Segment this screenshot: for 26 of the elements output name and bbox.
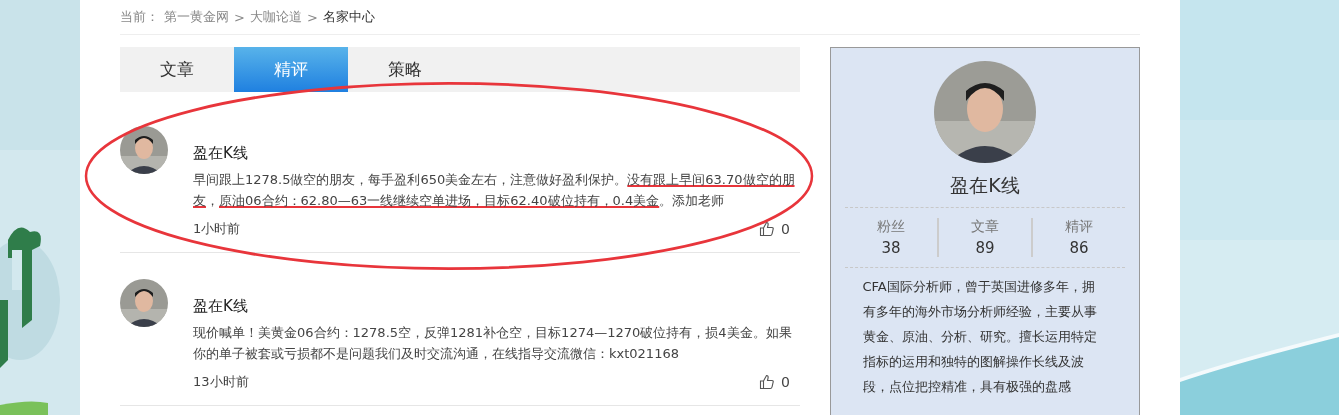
stat-value: 89: [975, 239, 995, 257]
profile-name: 盈在K线: [950, 173, 1020, 198]
like-count: 0: [781, 374, 790, 390]
author-name: 盈在K线: [193, 144, 249, 163]
breadcrumb-label: 当前：: [120, 8, 159, 26]
breadcrumb-link[interactable]: 大咖论道: [249, 8, 302, 26]
thumbs-up-icon[interactable]: [759, 374, 776, 390]
tab[interactable]: 文章: [120, 47, 234, 92]
post-text: 现价喊单！美黄金06合约：1278.5空，反弹1281补仓空，目标1274—1270破位持有，损4美金。如果你的单子被套或亏损都不是问题我们及时交流沟通，在线指导交流微信：kxt021168: [193, 324, 793, 363]
profile-bio: CFA国际分析师，曾于英国进修多年，拥有多年的海外市场分析师经验，主要从事黄金、原油、分析、研究。擅长运用特定指标的运用和独特的图解操作长线及波段，点位把控精准，具有极强的盘感: [862, 278, 1098, 396]
stat-label: 精评: [1065, 218, 1093, 236]
stat-value: 86: [1069, 239, 1089, 257]
post-text: 早间跟上1278.5做空的朋友，每手盈利650美金左右，注意做好盈利保护。没有跟上早间63.70做空的朋友，原油06合约：62.80—63一线继续空单进场，目标62.40破位持有，0.4美金。添加老师: [193, 171, 796, 210]
stat-label: 粉丝: [877, 218, 905, 236]
stat-value: 38: [881, 239, 901, 257]
breadcrumb-separator: >: [306, 9, 318, 25]
breadcrumb-link[interactable]: 第一黄金网: [164, 8, 229, 26]
tab[interactable]: 策略: [348, 47, 462, 92]
post-time: 13小时前: [193, 373, 250, 391]
breadcrumb-link[interactable]: 名家中心: [322, 8, 375, 26]
post-time: 1小时前: [193, 220, 242, 238]
thumbs-up-icon[interactable]: [759, 221, 776, 237]
author-name: 盈在K线: [193, 297, 249, 316]
like-count: 0: [781, 221, 790, 237]
stat-label: 文章: [971, 218, 999, 236]
breadcrumb-separator: >: [234, 9, 245, 25]
